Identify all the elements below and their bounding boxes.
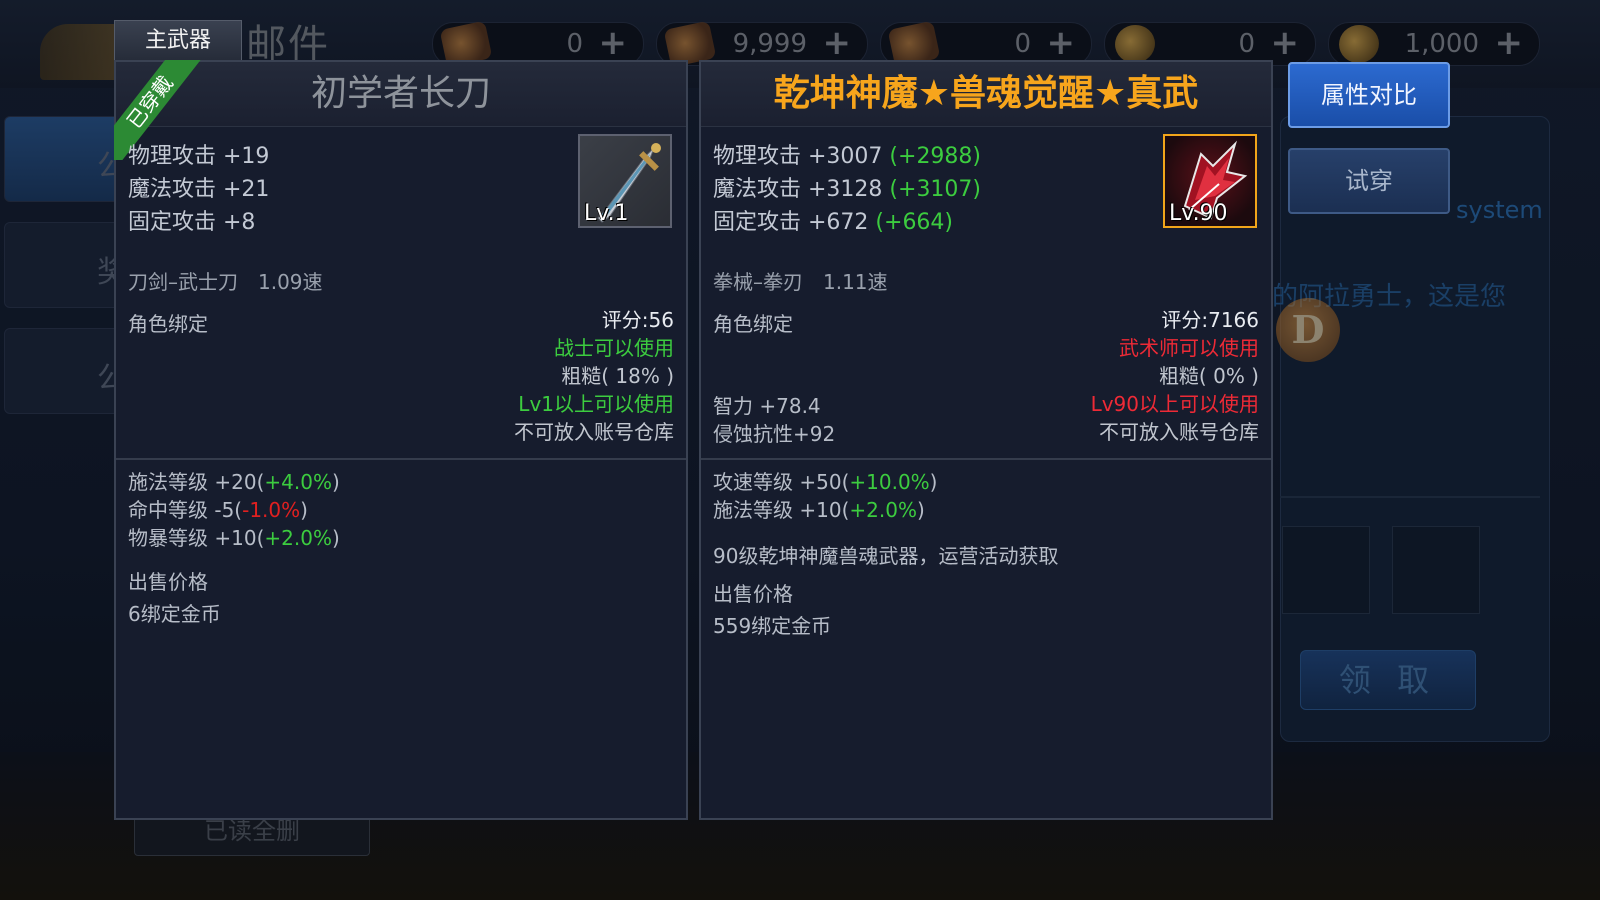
sell-price-value: 559绑定金币 xyxy=(713,614,832,638)
currency-value: 0 xyxy=(1014,29,1031,59)
item-score: 评分:7166 xyxy=(1161,308,1259,332)
attr-magic-attack: 魔法攻击 +21 xyxy=(128,177,270,202)
extra-stats: 智力 +78.4 侵蚀抗性+92 xyxy=(713,392,835,448)
coin-icon xyxy=(1335,21,1383,67)
equipped-item-tooltip: 初学者长刀 已穿戴 物理攻击 +19 魔法攻击 +21 固定攻击 +8 Lv.1… xyxy=(114,60,688,820)
tooltip-header: 乾坤神魔★兽魂觉醒★真武 xyxy=(701,62,1271,127)
attachment-slot[interactable] xyxy=(1282,526,1370,614)
nav-tab-1[interactable]: 公 xyxy=(4,116,127,202)
currency-5: 1,000 + xyxy=(1328,21,1540,67)
storage-restriction: 不可放入账号仓库 xyxy=(1099,420,1259,444)
class-requirement: 战士可以使用 xyxy=(554,336,674,360)
sender-avatar: D xyxy=(1276,298,1340,362)
item-description: 90级乾坤神魔兽魂武器，运营活动获取 xyxy=(713,544,1059,568)
class-requirement: 武术师可以使用 xyxy=(1119,336,1259,360)
sub-attr-cast-level: 施法等级 +10(+2.0%) xyxy=(713,498,925,522)
currency-add-button[interactable]: + xyxy=(1495,23,1524,63)
sub-attr-crit-level: 物暴等级 +10(+2.0%) xyxy=(128,526,340,550)
slot-tab-main-weapon: 主武器 xyxy=(114,20,242,60)
sell-price-value: 6绑定金币 xyxy=(128,602,221,626)
base-attributes: 物理攻击 +3007 (+2988) 魔法攻击 +3128 (+3107) 固定… xyxy=(713,140,981,239)
sell-price-label: 出售价格 xyxy=(128,570,208,594)
item-requirements: 评分:56 战士可以使用 粗糙( 18% ) Lv1以上可以使用 不可放入账号仓… xyxy=(514,306,674,446)
nav-tab-3[interactable]: 公 xyxy=(4,328,127,414)
currency-value: 0 xyxy=(566,29,583,59)
level-requirement: Lv1以上可以使用 xyxy=(518,392,674,416)
nav-tab-2[interactable]: 奖 xyxy=(4,222,127,308)
attr-fixed-attack: 固定攻击 +672 (+664) xyxy=(713,210,954,235)
attachment-slot[interactable] xyxy=(1392,526,1480,614)
weapon-type: 拳械–拳刃 1.11速 xyxy=(713,270,888,294)
attr-fixed-attack: 固定攻击 +8 xyxy=(128,210,256,235)
currency-add-button[interactable]: + xyxy=(823,23,852,63)
sell-price-label: 出售价格 xyxy=(713,582,793,606)
sub-attr-cast-level: 施法等级 +20(+4.0%) xyxy=(128,470,340,494)
item-icon: Lv.90 xyxy=(1163,134,1257,228)
level-requirement: Lv90以上可以使用 xyxy=(1090,392,1259,416)
sub-attr-hit-level: 命中等级 -5(-1.0%) xyxy=(128,498,308,522)
attr-magic-attack: 魔法攻击 +3128 (+3107) xyxy=(713,177,982,202)
item-score: 评分:56 xyxy=(601,308,674,332)
currency-value: 1,000 xyxy=(1404,29,1479,59)
sell-price: 出售价格 559绑定金币 xyxy=(713,578,831,642)
currency-value: 9,999 xyxy=(732,29,807,59)
base-attributes: 物理攻击 +19 魔法攻击 +21 固定攻击 +8 xyxy=(128,140,269,239)
currency-add-button[interactable]: + xyxy=(1047,23,1076,63)
currency-add-button[interactable]: + xyxy=(1271,23,1300,63)
divider xyxy=(116,458,686,460)
sub-attributes: 攻速等级 +50(+10.0%) 施法等级 +10(+2.0%) xyxy=(713,468,937,524)
storage-restriction: 不可放入账号仓库 xyxy=(514,420,674,444)
roughness: 粗糙( 18% ) xyxy=(561,364,674,388)
receive-button[interactable]: 领 取 xyxy=(1300,650,1476,710)
attr-physical-attack: 物理攻击 +3007 (+2988) xyxy=(713,144,982,169)
currency-value: 0 xyxy=(1238,29,1255,59)
compared-item-tooltip: 乾坤神魔★兽魂觉醒★真武 物理攻击 +3007 (+2988) 魔法攻击 +31… xyxy=(699,60,1273,820)
bind-type: 角色绑定 xyxy=(128,312,208,336)
bind-type: 角色绑定 xyxy=(713,312,793,336)
weapon-type: 刀剑–武士刀 1.09速 xyxy=(128,270,323,294)
divider xyxy=(1280,496,1540,498)
sender-label: system xyxy=(1456,196,1543,224)
stat-intelligence: 智力 +78.4 xyxy=(713,394,821,418)
try-on-button[interactable]: 试穿 xyxy=(1288,148,1450,214)
item-requirements: 评分:7166 武术师可以使用 粗糙( 0% ) Lv90以上可以使用 不可放入… xyxy=(1091,306,1259,446)
stat-corrosion-resistance: 侵蚀抗性+92 xyxy=(713,422,836,446)
item-level-badge: Lv.90 xyxy=(1169,201,1228,226)
compare-attributes-button[interactable]: 属性对比 xyxy=(1288,62,1450,128)
roughness: 粗糙( 0% ) xyxy=(1158,364,1259,388)
item-level-badge: Lv.1 xyxy=(584,201,629,226)
currency-add-button[interactable]: + xyxy=(599,23,628,63)
sub-attributes: 施法等级 +20(+4.0%) 命中等级 -5(-1.0%) 物暴等级 +10(… xyxy=(128,468,340,552)
attr-physical-attack: 物理攻击 +19 xyxy=(128,144,270,169)
sell-price: 出售价格 6绑定金币 xyxy=(128,566,221,630)
sub-attr-attack-speed: 攻速等级 +50(+10.0%) xyxy=(713,470,938,494)
item-icon: Lv.1 xyxy=(578,134,672,228)
item-name: 乾坤神魔★兽魂觉醒★真武 xyxy=(773,73,1199,114)
divider xyxy=(701,458,1271,460)
